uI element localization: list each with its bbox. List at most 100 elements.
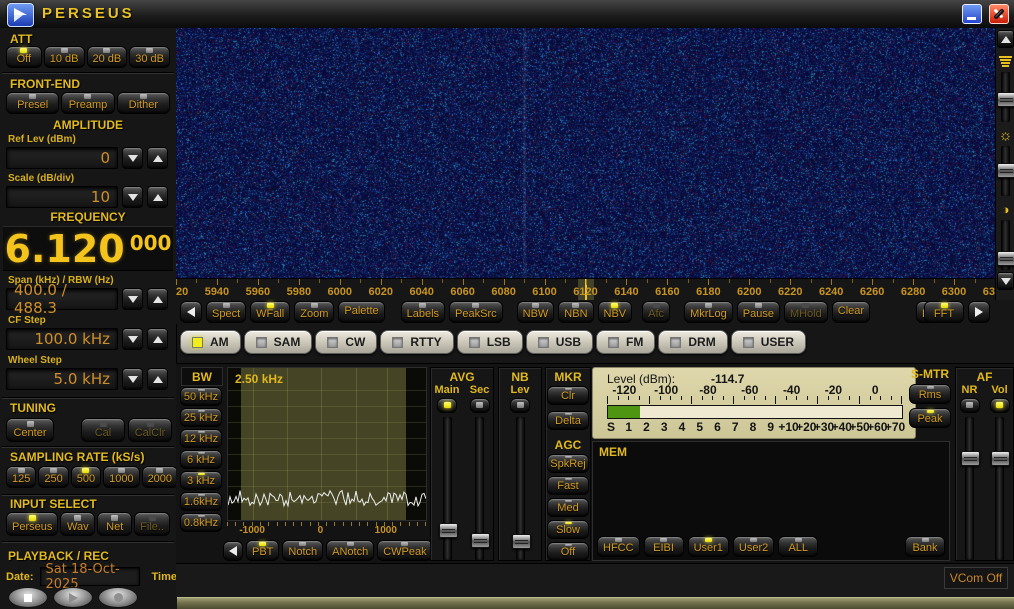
ref-lev-down-button[interactable] <box>122 147 143 169</box>
toolbar-button-mkrlog[interactable]: MkrLog <box>684 301 733 323</box>
mode-button-rtty[interactable]: RTTY <box>380 330 453 354</box>
af-nr-slider[interactable] <box>965 417 974 560</box>
scale-down-button[interactable] <box>122 186 143 208</box>
mem-button-all[interactable]: ALL <box>778 536 818 557</box>
nb-lev-led-button[interactable] <box>510 398 530 413</box>
mode-button-user[interactable]: USER <box>731 330 806 354</box>
avg-main-led-button[interactable] <box>437 398 457 413</box>
close-button[interactable] <box>989 4 1009 24</box>
mode-button-fm[interactable]: FM <box>596 330 655 354</box>
filter-passband-display[interactable]: 2.50 kHz <box>227 367 427 521</box>
frequency-display[interactable]: 6.120 000 <box>3 226 173 271</box>
span-field[interactable]: 400.0 / 488.3 <box>6 288 118 310</box>
toolbar-button-spect[interactable]: Spect <box>206 301 246 323</box>
toolbar-button-clear[interactable]: Clear <box>832 301 870 323</box>
mode-button-lsb[interactable]: LSB <box>457 330 523 354</box>
mkr-button-clr[interactable]: Clr <box>547 386 589 405</box>
mkr-button-delta[interactable]: Delta <box>547 411 589 430</box>
slider-handle[interactable] <box>512 534 531 549</box>
pbt-button-anotch[interactable]: ANotch <box>326 540 374 561</box>
wheel-step-down-button[interactable] <box>122 368 143 390</box>
pbt-button-pbt[interactable]: PBT <box>246 540 279 561</box>
bw-button-0-8khz[interactable]: 0.8kHz <box>180 513 222 532</box>
tuning-button-center[interactable]: Center <box>6 418 54 442</box>
pbt-button-cwpeak[interactable]: CWPeak <box>377 540 432 561</box>
agc-button-off[interactable]: Off <box>547 542 589 561</box>
sampling-rate-button-2000[interactable]: 2000 <box>142 466 178 488</box>
play-button[interactable] <box>53 587 93 608</box>
front-end-button-preamp[interactable]: Preamp <box>61 92 114 114</box>
af-vol-led-button[interactable] <box>990 398 1010 413</box>
sampling-rate-button-1000[interactable]: 1000 <box>103 466 139 488</box>
smtr-button-peak[interactable]: Peak <box>909 408 951 428</box>
toolbar-button-nbn[interactable]: NBN <box>558 301 593 323</box>
frequency-scale[interactable]: 5920594059605980600060206040606060806100… <box>176 278 995 301</box>
smtr-button-rms[interactable]: Rms <box>909 384 951 404</box>
agc-button-fast[interactable]: Fast <box>547 476 589 495</box>
toolbar-button-pause[interactable]: Pause <box>737 301 780 323</box>
scale-field[interactable]: 10 <box>6 186 118 208</box>
mem-button-bank[interactable]: Bank <box>905 536 945 557</box>
bw-button-6-khz[interactable]: 6 kHz <box>180 450 222 469</box>
toolbar-button-mhold[interactable]: MHold <box>784 301 828 323</box>
mem-button-user1[interactable]: User1 <box>688 536 729 557</box>
sampling-rate-button-500[interactable]: 500 <box>71 466 101 488</box>
toolbar-button-fft[interactable]: FFT <box>924 301 964 323</box>
record-button[interactable] <box>98 587 138 608</box>
input-select-button-wav[interactable]: Wav <box>60 512 95 536</box>
slider-handle[interactable] <box>991 451 1010 466</box>
cf-step-up-button[interactable] <box>147 328 168 350</box>
input-select-button-file[interactable]: File.. <box>134 512 170 536</box>
toolbar-button-afc[interactable]: Afc <box>642 301 670 323</box>
brightness-slider[interactable] <box>1001 146 1010 196</box>
agc-button-slow[interactable]: Slow <box>547 520 589 539</box>
span-down-button[interactable] <box>122 288 143 310</box>
slider-handle[interactable] <box>439 523 458 538</box>
avg-main-slider[interactable] <box>443 417 452 560</box>
slider-handle[interactable] <box>961 451 980 466</box>
tuning-button-calclr[interactable]: CalClr <box>128 418 172 442</box>
input-select-button-net[interactable]: Net <box>97 512 132 536</box>
mem-button-user2[interactable]: User2 <box>733 536 774 557</box>
slider-handle[interactable] <box>471 533 490 548</box>
af-nr-led-button[interactable] <box>960 398 980 413</box>
att-button-off[interactable]: Off <box>6 46 42 68</box>
toolbar-button-nbw[interactable]: NBW <box>517 301 555 323</box>
agc-button-med[interactable]: Med <box>547 498 589 517</box>
avg-sec-slider[interactable] <box>475 417 484 560</box>
bw-button-3-khz[interactable]: 3 kHz <box>180 471 222 490</box>
scale-up-button[interactable] <box>147 186 168 208</box>
wheel-step-up-button[interactable] <box>147 368 168 390</box>
toolbar-button-palette[interactable]: Palette <box>338 301 384 323</box>
input-select-button-perseus[interactable]: Perseus <box>6 512 58 536</box>
mem-button-eibi[interactable]: EIBI <box>644 536 684 557</box>
tuning-button-cal[interactable]: Cal <box>81 418 125 442</box>
mode-button-sam[interactable]: SAM <box>244 330 313 354</box>
cf-step-field[interactable]: 100.0 kHz <box>6 328 118 350</box>
front-end-button-presel[interactable]: Presel <box>6 92 59 114</box>
bw-button-12-khz[interactable]: 12 kHz <box>180 429 222 448</box>
af-vol-slider[interactable] <box>995 417 1004 560</box>
scroll-right-button[interactable] <box>968 301 990 323</box>
avg-sec-led-button[interactable] <box>470 398 490 413</box>
toolbar-button-peaksrc[interactable]: PeakSrc <box>449 301 503 323</box>
ref-lev-field[interactable]: 0 <box>6 147 118 169</box>
att-button-10-db[interactable]: 10 dB <box>44 46 85 68</box>
wheel-step-field[interactable]: 5.0 kHz <box>6 368 118 390</box>
agc-button-spkrej[interactable]: SpkRej <box>547 454 589 473</box>
waterfall-display[interactable] <box>176 28 995 278</box>
slider-handle[interactable] <box>997 251 1014 266</box>
pbt-button-notch[interactable]: Notch <box>282 540 323 561</box>
waterfall-scroll-up-button[interactable] <box>997 30 1014 48</box>
waterfall-speed-slider[interactable] <box>1001 72 1010 122</box>
att-button-20-db[interactable]: 20 dB <box>87 46 128 68</box>
cf-step-down-button[interactable] <box>122 328 143 350</box>
mem-button-hfcc[interactable]: HFCC <box>597 536 640 557</box>
mode-button-cw[interactable]: CW <box>315 330 377 354</box>
toolbar-button-wfall[interactable]: WFall <box>250 301 290 323</box>
sampling-rate-button-250[interactable]: 250 <box>38 466 68 488</box>
slider-handle[interactable] <box>997 92 1014 107</box>
toolbar-button-zoom[interactable]: Zoom <box>294 301 334 323</box>
nb-lev-slider[interactable] <box>516 417 525 560</box>
ref-lev-up-button[interactable] <box>147 147 168 169</box>
